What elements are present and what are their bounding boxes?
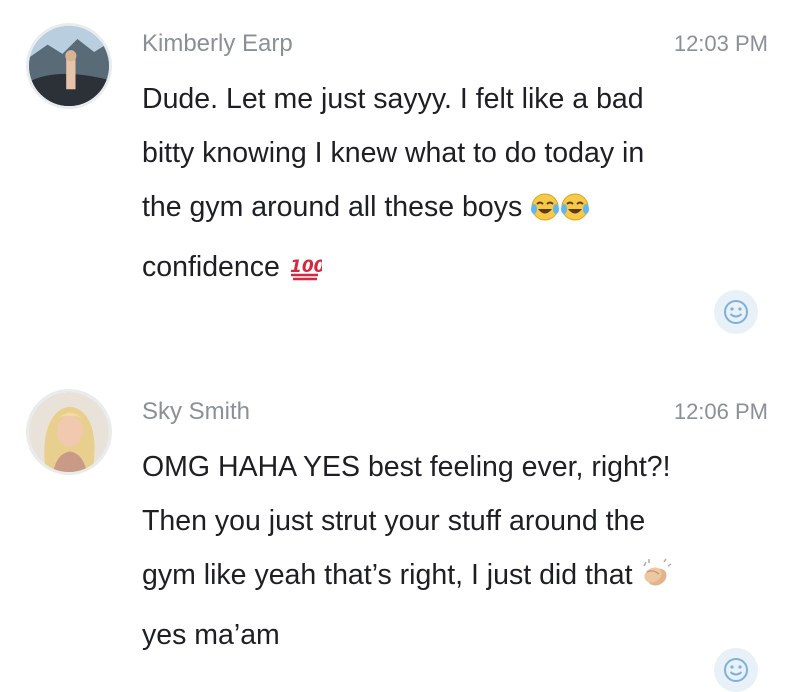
add-reaction-button[interactable] <box>714 290 758 334</box>
message-line: the gym around all these boys <box>142 180 782 240</box>
face-with-tears-of-joy-icon <box>560 186 590 240</box>
message-line: gym like yeah that’s right, I just did t… <box>142 548 782 608</box>
clapping-hands-icon <box>640 554 672 608</box>
message-line-text: confidence <box>142 251 280 283</box>
message-body: OMG HAHA YES best feeling ever, right?! … <box>142 440 782 662</box>
message-line-text: the gym around all these boys <box>142 191 523 223</box>
message-line: OMG HAHA YES best feeling ever, right?! <box>142 451 671 483</box>
message-line: Dude. Let me just sayyy. I felt like a b… <box>142 83 644 115</box>
message-item: Sky Smith 12:06 PM OMG HAHA YES best fee… <box>0 350 800 692</box>
sender-name: Sky Smith <box>142 398 251 425</box>
message-line: bitty knowing I knew what to do today in <box>142 137 645 169</box>
smiley-icon <box>724 658 748 682</box>
sender-name: Kimberly Earp <box>142 30 293 57</box>
hundred-points-icon: 100 <box>288 246 325 300</box>
message-item: Kimberly Earp 12:03 PM Dude. Let me just… <box>0 0 800 350</box>
avatar-photo <box>29 392 109 472</box>
message-line: Then you just strut your stuff around th… <box>142 505 646 537</box>
timestamp: 12:03 PM <box>673 31 768 56</box>
avatar[interactable] <box>26 23 112 109</box>
avatar-photo <box>29 26 109 106</box>
add-reaction-button[interactable] <box>714 648 758 692</box>
message-line-text: gym like yeah that’s right, I just did t… <box>142 559 633 591</box>
message-body: Dude. Let me just sayyy. I felt like a b… <box>142 72 782 300</box>
message-line: yes ma’am <box>142 619 280 651</box>
smiley-icon <box>724 300 748 324</box>
message-line: confidence 100 <box>142 240 782 300</box>
timestamp: 12:06 PM <box>673 399 768 424</box>
face-with-tears-of-joy-icon <box>530 186 560 240</box>
avatar[interactable] <box>26 389 112 475</box>
